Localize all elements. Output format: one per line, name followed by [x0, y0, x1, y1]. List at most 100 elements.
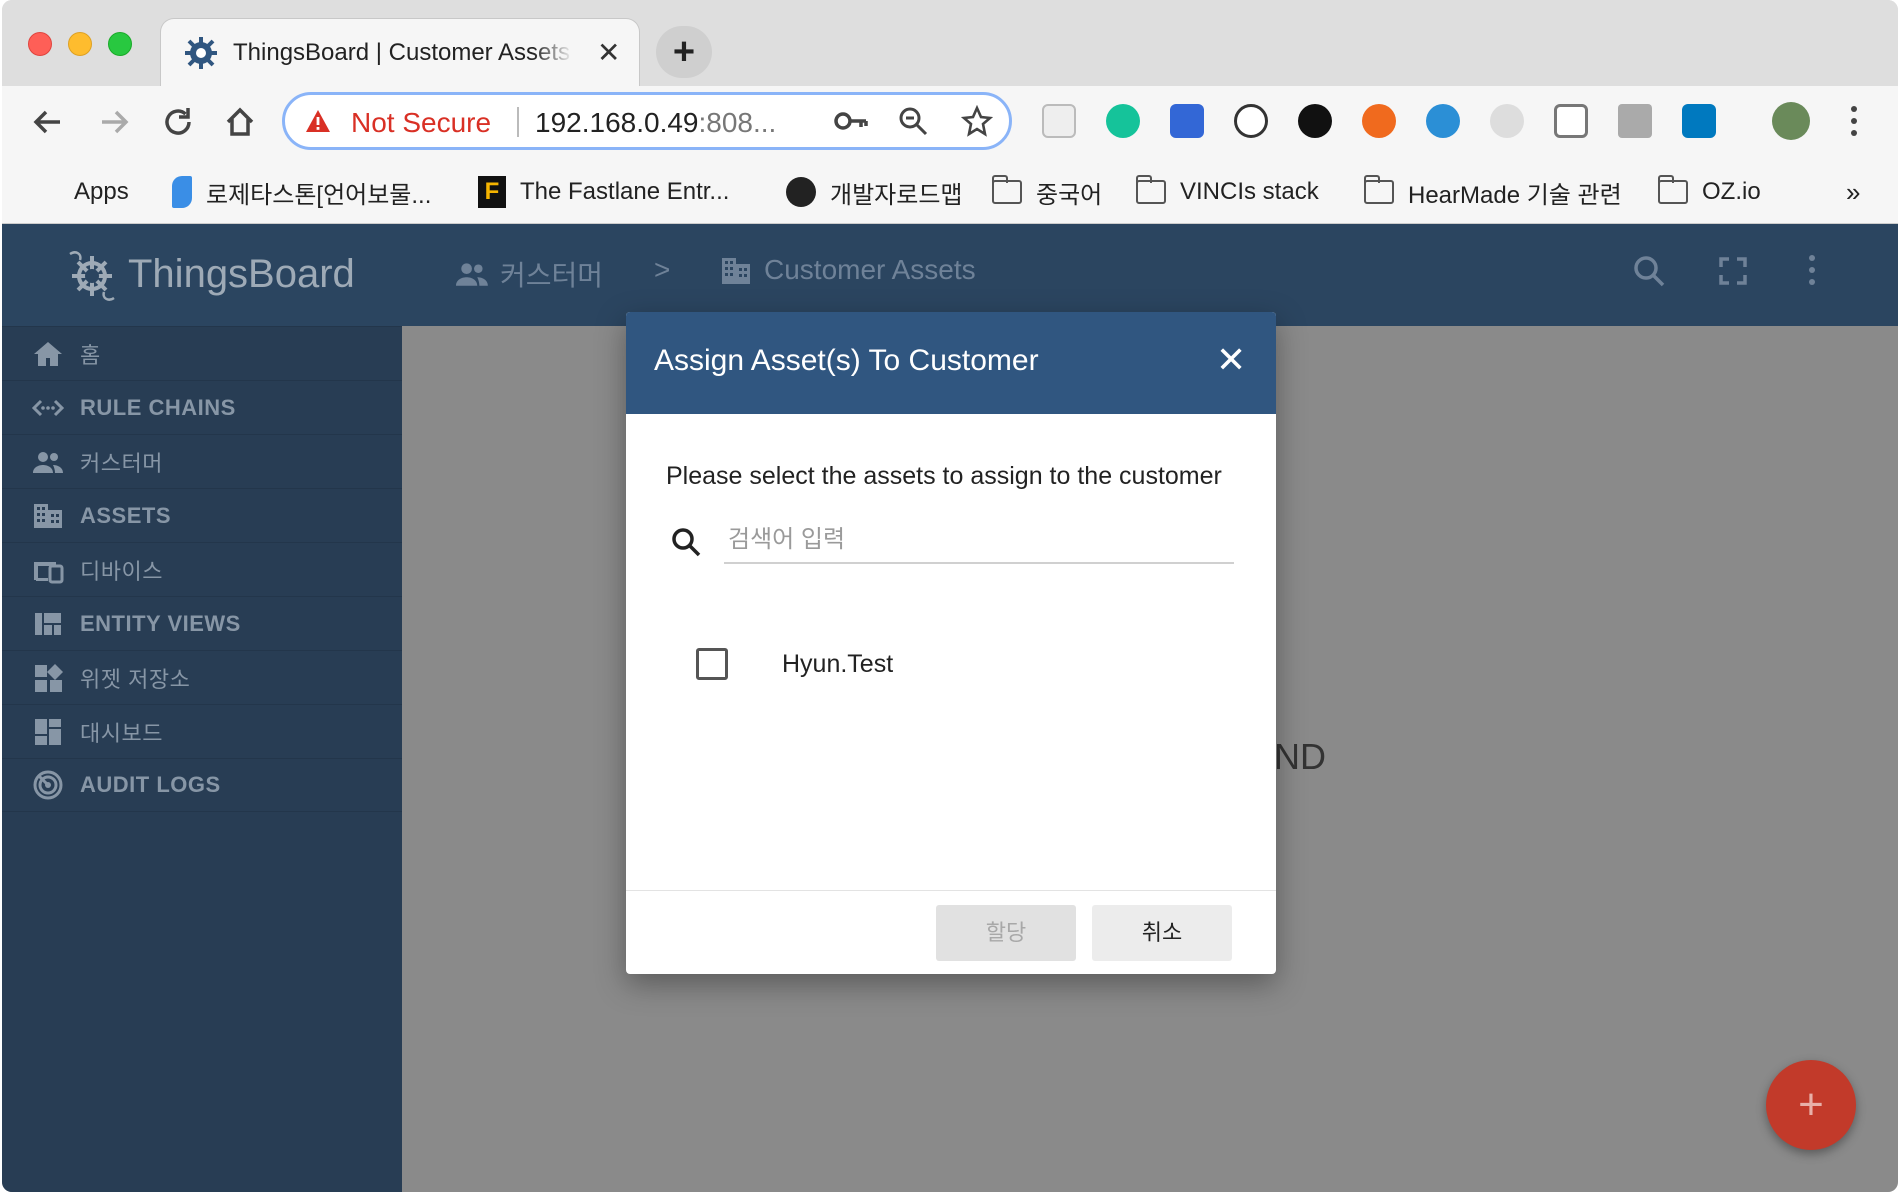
sidebar-item-entity-views[interactable]: ENTITY VIEWS — [2, 596, 402, 650]
bookmark-label: Apps — [74, 178, 129, 205]
new-tab-button[interactable]: + — [656, 26, 712, 78]
add-asset-button[interactable]: + — [1766, 1060, 1856, 1150]
sidebar-item-label: 홈 — [80, 342, 101, 368]
bookmark-chinese[interactable]: 중국어 — [992, 174, 1102, 210]
home-icon[interactable] — [220, 102, 260, 142]
apps-grid-icon — [32, 178, 60, 206]
sidebar-item-dashboards[interactable]: 대시보드 — [2, 704, 402, 758]
lifebuoy-extension-icon[interactable] — [1362, 104, 1396, 138]
sidebar-item-home[interactable]: 홈 — [2, 326, 402, 380]
trello-extension-icon[interactable] — [1682, 104, 1716, 138]
fullscreen-icon[interactable] — [1718, 256, 1748, 286]
key-icon[interactable] — [833, 105, 869, 137]
entity-views-icon — [35, 612, 61, 635]
more-menu-icon[interactable] — [1806, 254, 1818, 286]
reader-mode-extension-icon[interactable] — [1554, 104, 1588, 138]
rule-chains-icon — [32, 399, 64, 416]
assign-assets-dialog: Assign Asset(s) To Customer ✕ Please sel… — [626, 312, 1276, 974]
sidebar-item-customers[interactable]: 커스터머 — [2, 434, 402, 488]
sidebar-item-label: ASSETS — [80, 502, 172, 528]
dialog-footer: 할당 취소 — [626, 890, 1276, 974]
bookmark-ozio[interactable]: OZ.io — [1658, 174, 1761, 210]
bookmark-apps[interactable]: Apps — [32, 174, 129, 210]
browser-menu-icon[interactable] — [1848, 104, 1860, 138]
dialog-header: Assign Asset(s) To Customer ✕ — [626, 312, 1276, 414]
address-separator — [517, 107, 519, 137]
github-icon — [786, 177, 816, 207]
devices-icon — [34, 561, 64, 583]
folder-icon — [1658, 175, 1688, 204]
thingsboard-favicon-icon — [185, 37, 217, 69]
sidebar-item-rule-chains[interactable]: RULE CHAINS — [2, 380, 402, 434]
bookmark-star-icon[interactable] — [961, 105, 993, 137]
url-text[interactable]: 192.168.0.49:808... — [535, 107, 776, 139]
breadcrumb-current: Customer Assets — [720, 254, 976, 286]
asset-item-label[interactable]: Hyun.Test — [782, 650, 893, 679]
cancel-button[interactable]: 취소 — [1092, 905, 1232, 961]
search-icon[interactable] — [1632, 254, 1666, 288]
back-icon[interactable] — [28, 102, 68, 142]
folder-icon — [992, 175, 1022, 204]
bookmark-label: 개발자로드맵 — [830, 181, 963, 209]
reload-icon[interactable] — [158, 102, 198, 142]
bookmark-label: The Fastlane Entr... — [520, 178, 730, 205]
sidebar-item-assets[interactable]: ASSETS — [2, 488, 402, 542]
folder-icon — [1136, 175, 1166, 204]
url-host: 192.168.0.49 — [535, 107, 699, 138]
profile-avatar[interactable] — [1772, 102, 1810, 140]
tab-close-icon[interactable]: ✕ — [597, 39, 620, 67]
grammarly-gray-extension-icon[interactable] — [1490, 104, 1524, 138]
close-window-button[interactable] — [28, 32, 52, 56]
breadcrumb-customers[interactable]: 커스터머 — [456, 254, 603, 294]
bookmarks-overflow-button[interactable]: » — [1846, 174, 1860, 210]
folder-icon — [1364, 175, 1394, 204]
forward-icon[interactable] — [94, 102, 134, 142]
sidebar-item-label: 커스터머 — [80, 450, 163, 476]
bookmark-fastlane[interactable]: F The Fastlane Entr... — [478, 174, 729, 210]
breadcrumb-label: 커스터머 — [500, 260, 604, 291]
assign-button[interactable]: 할당 — [936, 905, 1076, 961]
sidebar-item-devices[interactable]: 디바이스 — [2, 542, 402, 596]
maximize-window-button[interactable] — [108, 32, 132, 56]
tab-strip: ThingsBoard | Customer Assets ✕ + — [2, 0, 1898, 86]
globe-extension-icon[interactable] — [1426, 104, 1460, 138]
json-extension-icon[interactable] — [1234, 104, 1268, 138]
asset-checkbox[interactable] — [696, 648, 728, 680]
sidebar-item-label: AUDIT LOGS — [80, 772, 221, 797]
brand-name: ThingsBoard — [128, 252, 355, 296]
sidebar-item-widgets[interactable]: 위젯 저장소 — [2, 650, 402, 704]
bookmark-label: VINCIs stack — [1180, 178, 1319, 205]
bookmark-vincis-stack[interactable]: VINCIs stack — [1136, 174, 1319, 210]
address-bar[interactable]: Not Secure 192.168.0.49:808... — [282, 92, 1012, 150]
bookmarks-bar: Apps 로제타스톤[언어보물... F The Fastlane Entr..… — [2, 160, 1898, 224]
tab-customer-assets[interactable]: ThingsBoard | Customer Assets ✕ — [160, 18, 640, 86]
assets-icon — [34, 503, 62, 528]
brand-logo[interactable]: ThingsBoard — [2, 224, 402, 326]
minimize-window-button[interactable] — [68, 32, 92, 56]
bookmark-rosetta[interactable]: 로제타스톤[언어보물... — [172, 174, 431, 210]
bookmark-label: OZ.io — [1702, 178, 1761, 205]
tag-extension-icon[interactable] — [1618, 104, 1652, 138]
sidebar-item-label: 위젯 저장소 — [80, 666, 191, 692]
breadcrumb-separator: > — [654, 254, 671, 285]
grammarly-extension-icon[interactable] — [1106, 104, 1140, 138]
bookmark-hearmade[interactable]: HearMade 기술 관련 — [1364, 174, 1622, 210]
customers-icon — [33, 451, 63, 473]
home-icon — [34, 341, 62, 366]
zoom-icon[interactable] — [897, 105, 929, 137]
sidebar-item-audit-logs[interactable]: AUDIT LOGS — [2, 758, 402, 812]
rosetta-icon — [172, 176, 192, 208]
bookmark-extension-icon[interactable] — [1170, 104, 1204, 138]
sidebar-item-label: ENTITY VIEWS — [80, 610, 241, 636]
browser-toolbar: Not Secure 192.168.0.49:808... — [2, 86, 1898, 160]
url-port: :808... — [698, 107, 777, 138]
clock-extension-icon[interactable] — [1298, 104, 1332, 138]
bookmark-dev-roadmap[interactable]: 개발자로드맵 — [786, 174, 962, 210]
extension-reader-icon[interactable] — [1042, 104, 1076, 138]
bookmark-label: 중국어 — [1036, 181, 1103, 209]
dialog-title: Assign Asset(s) To Customer — [654, 344, 1039, 377]
not-secure-label[interactable]: Not Secure — [351, 107, 491, 139]
close-icon[interactable]: ✕ — [1216, 342, 1246, 378]
asset-search-input[interactable] — [724, 518, 1234, 564]
search-icon — [672, 528, 701, 557]
